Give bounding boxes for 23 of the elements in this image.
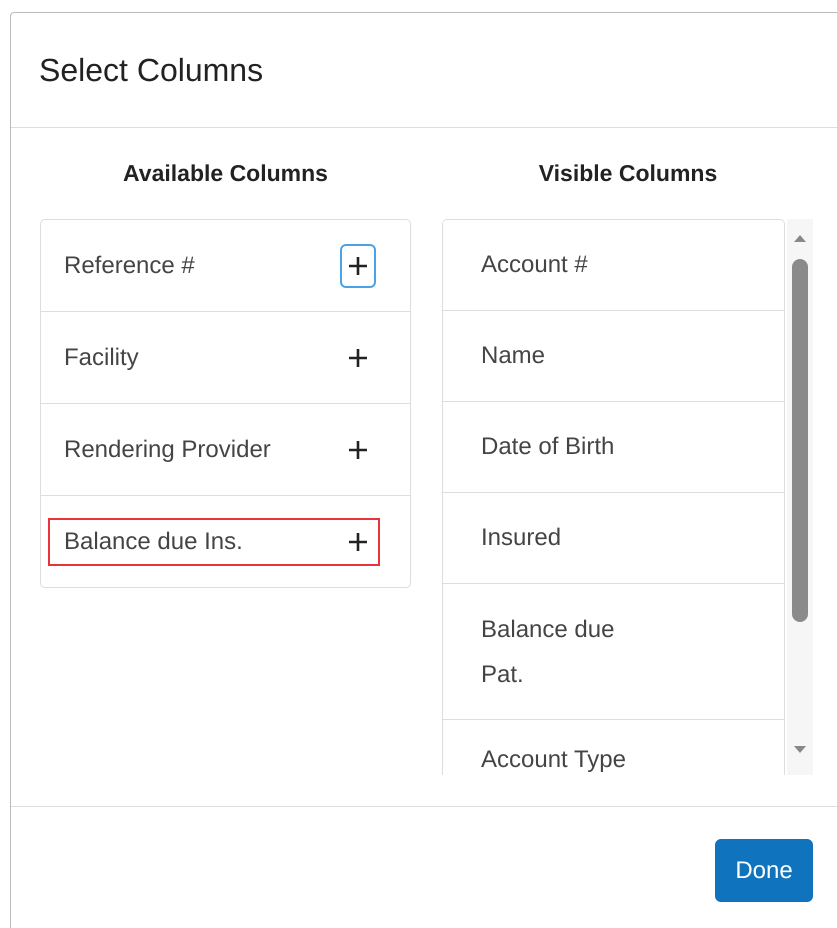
column-name: Name <box>481 342 546 370</box>
column-name: Balance due Ins. <box>64 528 243 556</box>
plus-icon <box>347 254 369 276</box>
column-heading: Available Columns <box>122 159 329 188</box>
add-button[interactable] <box>340 244 376 288</box>
scroll-down-icon <box>793 745 807 755</box>
column-name: Balance due Pat. <box>481 614 616 690</box>
column-name: Date of Birth <box>481 433 614 461</box>
column-name: Account Type <box>481 746 626 774</box>
scrollbar[interactable] <box>787 219 813 775</box>
done-button[interactable]: Done <box>715 839 813 902</box>
plus-icon <box>347 530 369 552</box>
dialog-title: Select Columns <box>39 52 264 88</box>
column-name: Facility <box>64 344 139 372</box>
column-name: Reference # <box>64 252 195 280</box>
column-name: Insured <box>481 524 562 552</box>
column-name: Rendering Provider <box>64 436 271 464</box>
scrollbar-thumb[interactable] <box>792 259 808 622</box>
column-name: Account # <box>481 251 588 279</box>
plus-icon <box>347 346 369 368</box>
plus-icon <box>347 438 369 460</box>
column-heading: Visible Columns <box>538 159 718 188</box>
scroll-up-icon <box>793 233 807 243</box>
